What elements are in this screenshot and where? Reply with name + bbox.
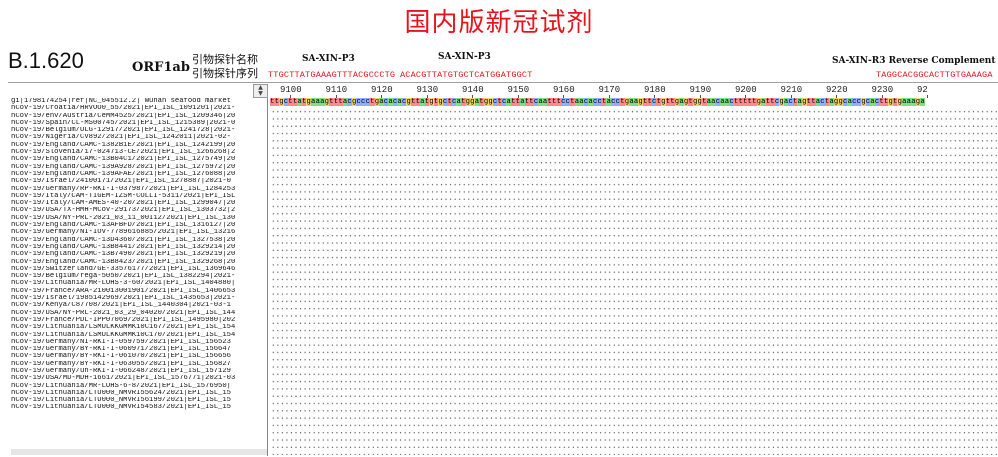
ruler-tick-label: 9230 <box>871 85 894 95</box>
sequence-name-row[interactable]: hCoV-19/Slovenia/17-024713-CE/2021|EPI_I… <box>11 149 267 156</box>
ruler-tick-label: 9130 <box>416 85 439 95</box>
sequence-name-row[interactable]: hCoV-19/Israel/1985142969/2021|EPI_ISL_1… <box>11 295 267 302</box>
primer-3-name: SA-XIN-R3 Reverse Complement <box>832 56 996 66</box>
sequence-name-row[interactable]: gi|1798174254|ref|NC_045512.2| Wuhan sea… <box>11 98 267 105</box>
sequence-name-row[interactable]: hCoV-19/Belgium/ULG-12917/2021|EPI_ISL_1… <box>11 127 267 134</box>
sequence-name-row[interactable]: hCoV-19/England/CAMC-13D4360/2021|EPI_IS… <box>11 237 267 244</box>
sequence-name-row[interactable]: hCoV-19/USA/NY-PRL-2021_03_29_04020/2021… <box>11 310 267 317</box>
horizontal-scrollbar[interactable] <box>11 449 267 455</box>
primer-2-seq: ACACGTTATGTGCTCATGGATGGCT <box>400 70 533 80</box>
ruler-tick-label: 9120 <box>371 85 393 95</box>
sequence-name-row[interactable]: hCoV-19/Germany/BY-RKI-I-060971/2021|EPI… <box>11 346 267 353</box>
ruler-tick-label: 9140 <box>462 85 484 95</box>
sequence-name-row[interactable]: hCoV-19/England/CAMC-13AFBFD/2021|EPI_IS… <box>11 222 267 229</box>
primer-2-name: SA-XIN-P3 <box>438 52 491 62</box>
primer-1-seq: TTGCTTATGAAAGTTTACGCCCTG <box>268 70 396 80</box>
sequence-name-row[interactable]: hCoV-19/England/CAMC-13B7490/2021|EPI_IS… <box>11 251 267 258</box>
sequence-name-row[interactable]: hCoV-19/Switzerland/GE-33576177/2021|EPI… <box>11 266 267 273</box>
primer-name-heading: 引物探针名称 <box>192 53 258 66</box>
sequence-name-row[interactable]: hCoV-19/England/CAMC-139AFAE/2021|EPI_IS… <box>11 171 267 178</box>
sequence-name-row[interactable]: hCoV-19/Germany/BY-RKI-I-063055/2021|EPI… <box>11 361 267 368</box>
sequence-name-row[interactable]: hCoV-19/France/ARA-210013001901/2021|EPI… <box>11 288 267 295</box>
variant-label: B.1.620 <box>8 48 84 73</box>
sequence-name-row[interactable]: hCoV-19/England/CAMC-139A928/2021|EPI_IS… <box>11 164 267 171</box>
sequence-name-row[interactable]: hCoV-19/Germany/un-RKI-I-066248/2021|EPI… <box>11 368 267 375</box>
sequence-name-list[interactable]: gi|1798174254|ref|NC_045512.2| Wuhan sea… <box>11 98 268 456</box>
sequence-name-row[interactable]: hCoV-19/Lithuania/MR-LUHS-3-60/2021|EPI_… <box>11 280 267 287</box>
sequence-name-row[interactable]: hCoV-19/Lithuania/MR-LUHS-6-8/2021|EPI_I… <box>11 383 267 390</box>
sequence-name-row[interactable]: hCoV-19/Israel/24100171/2021|EPI_ISL_127… <box>11 178 267 185</box>
sequence-name-row[interactable]: hCoV-19/Kenya/C87708/2021|EPI_ISL_144030… <box>11 302 267 309</box>
primer-seq-heading: 引物探针序列 <box>192 67 258 80</box>
page-title: 国内版新冠试剂 <box>404 8 594 38</box>
ruler-tick-label: 9200 <box>735 85 757 95</box>
sequence-name-row[interactable]: hCoV-19/Germany/NI-RKI-I-059759/2021|EPI… <box>11 339 267 346</box>
sequence-name-row[interactable]: hCoV-19/England/CAMC-13B8423/2021|EPI_IS… <box>11 259 267 266</box>
primer-3-seq: TAGGCACGGCACTTGTGAAAGA <box>876 70 993 80</box>
sequence-name-row[interactable]: hCoV-19/England/CAMC-13B8441/2021|EPI_IS… <box>11 244 267 251</box>
sequence-name-row[interactable]: hCoV-19/Lithuania/LTU000_NMVRI54583/2021… <box>11 404 267 411</box>
ruler-tick-label: 9220 <box>826 85 848 95</box>
ruler-tick-label: 9210 <box>780 85 803 95</box>
sequence-name-row[interactable]: hCoV-19/USA/TX-HMH-MCoV-29173/2021|EPI_I… <box>11 207 267 214</box>
sequence-name-row[interactable]: hCoV-19/Croatia/HRVOO0_55/2021|EPI_ISL_1… <box>11 105 267 112</box>
ruler-tick-label: 9150 <box>507 85 530 95</box>
sequence-name-row[interactable]: hCoV-19/USA/NY-PRL-2021_03_11_00I12/2021… <box>11 215 267 222</box>
sequence-name-row[interactable]: hCoV-19/France/PDL-IPP07069/2021|EPI_ISL… <box>11 317 267 324</box>
ruler-scroll-button[interactable]: ▲ ▼ <box>253 84 268 98</box>
sequence-name-row[interactable]: hCoV-19/Germany/BY-RKI-I-061070/2021|EPI… <box>11 353 267 360</box>
primer-1-name: SA-XIN-P3 <box>302 54 355 64</box>
sequence-name-row[interactable]: hCoV-19/England/CAMC-13B04C1/2021|EPI_IS… <box>11 156 267 163</box>
sequence-name-row[interactable]: hCoV-19/Belgium/rega-5050/2021|EPI_ISL_1… <box>11 273 267 280</box>
sequence-name-row[interactable]: hCoV-19/Germany/NI-IOV-7789616885/2021|E… <box>11 229 267 236</box>
ruler-tick-label: 9110 <box>325 85 348 95</box>
sequence-name-row[interactable]: hCoV-19/Lithuania/LSMULKKGMMK10C170/2021… <box>11 332 267 339</box>
ruler-tick-label: 9180 <box>644 85 666 95</box>
ruler-tick-label: 9160 <box>553 85 575 95</box>
ruler-tick-label: 9170 <box>598 85 621 95</box>
sequence-name-row[interactable]: hCoV-19/Spain/CL-MS00745/2021|EPI_ISL_12… <box>11 120 267 127</box>
sequence-name-row[interactable]: hCoV-19/Lithuania/LTU000_NMVRI55624/2021… <box>11 390 267 397</box>
ruler-tick-label: 92 <box>917 85 928 95</box>
sequence-name-row[interactable]: hCoV-19/Italy/CAM-TIGEM-IZSM-COLLI-5311/… <box>11 193 267 200</box>
sequence-name-row[interactable]: hCoV-19/USA/MD-MDH-1661/2021|EPI_ISL_157… <box>11 375 267 382</box>
position-ruler: 9100 9110 9120 9130 9140 9150 9160 9170 9180 9190… <box>268 84 998 98</box>
sequence-name-row[interactable]: hCoV-19/Lithuania/LSMULKKGMMK10C167/2021… <box>11 324 267 331</box>
sequence-name-row[interactable]: hCoV-19/England/CAMC-1382B1E/2021|EPI_IS… <box>11 142 267 149</box>
gene-label: ORF1ab <box>132 60 190 75</box>
sequence-name-row[interactable]: hCoV-19/env/Austria/CeMM4525/2021|EPI_IS… <box>11 113 267 120</box>
sequence-name-row[interactable]: hCoV-19/Nigeria/CV892/2021|EPI_ISL_12420… <box>11 134 267 141</box>
sequence-name-row[interactable]: hCoV-19/Italy/CAM-AMES-40-20/2021|EPI_IS… <box>11 200 267 207</box>
sequence-name-row[interactable]: hCoV-19/Lithuania/LTU000_NMVRI56199/2021… <box>11 397 267 404</box>
sequence-name-row[interactable]: hCoV-19/Germany/RP-RKI-I-037987/2021|EPI… <box>11 186 267 193</box>
ruler-tick-label: 9190 <box>689 85 712 95</box>
ruler-tick-label: 9100 <box>280 85 302 95</box>
alignment-identity-dots <box>270 105 998 456</box>
